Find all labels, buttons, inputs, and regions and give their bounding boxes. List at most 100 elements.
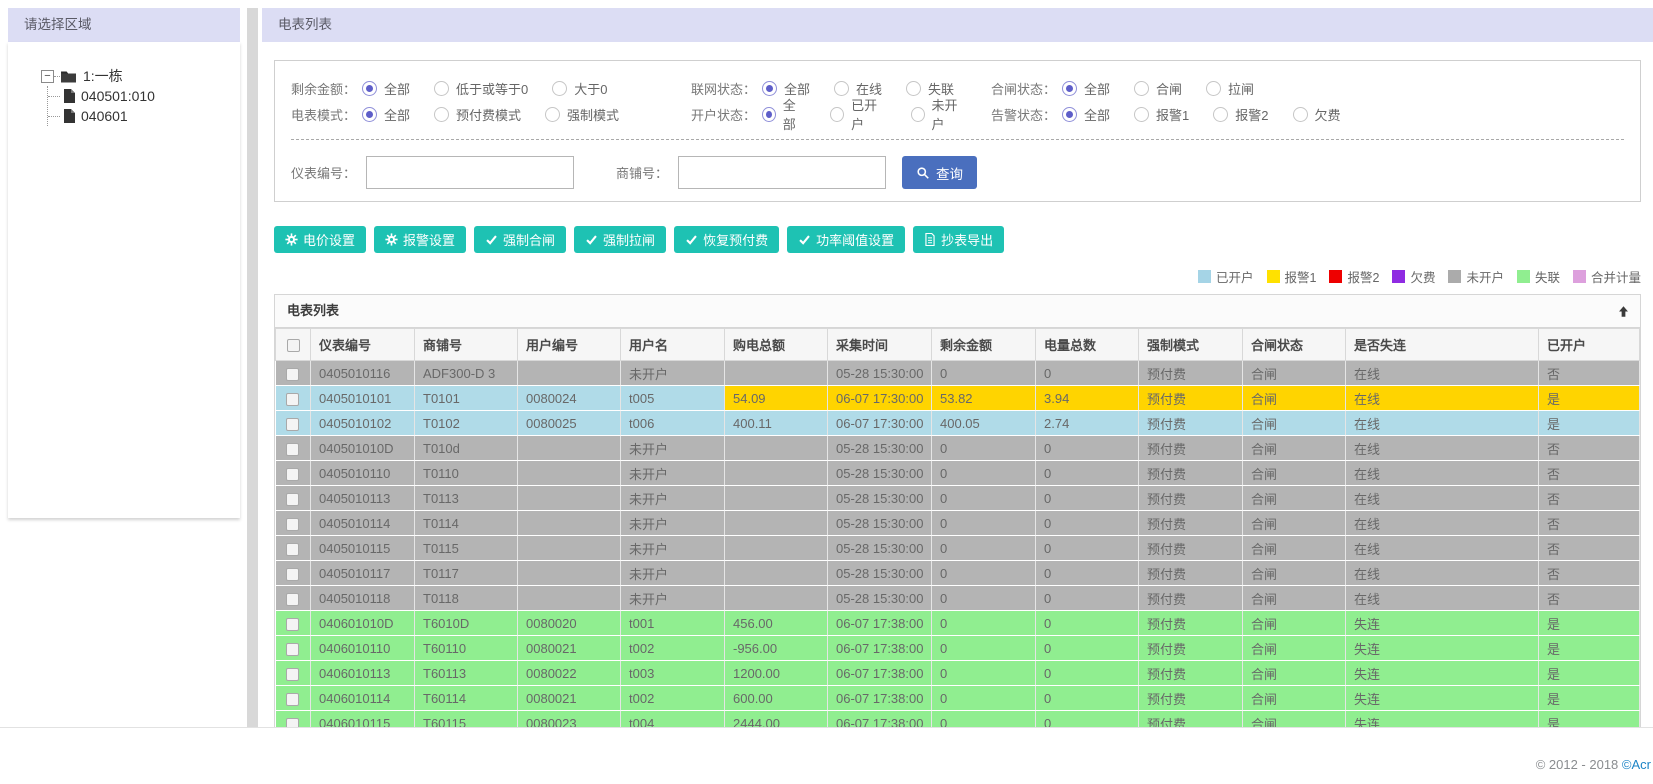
table-cell: t001 [620, 610, 725, 636]
action-button-check[interactable]: 恢复预付费 [674, 226, 780, 253]
table-cell: 0406010114 [310, 685, 415, 711]
radio-icon[interactable] [1292, 106, 1308, 122]
radio-option[interactable]: 预付费模式 [434, 105, 521, 124]
table-cell: 53.82 [931, 385, 1036, 411]
radio-option[interactable]: 低于或等于0 [434, 79, 528, 98]
table-row[interactable]: 040501010D T010d 未开户 05-28 15:30:00 0 0 预付费 合闸在… [275, 435, 1640, 461]
radio-option[interactable]: 大于0 [552, 79, 608, 98]
row-checkbox[interactable] [286, 467, 300, 481]
radio-option[interactable]: 报警2 [1213, 105, 1269, 124]
table-row[interactable]: 0405010115 T0115 未开户 05-28 15:30:00 0 0 预付费 合闸在… [275, 535, 1640, 561]
table-row[interactable]: 0406010110 T60110 0080021 t002 -956.00 06-07 … [275, 635, 1640, 661]
radio-option[interactable]: 拉闸 [1206, 79, 1254, 98]
radio-icon[interactable] [830, 106, 845, 122]
row-checkbox[interactable] [286, 567, 300, 581]
radio-option[interactable]: 强制模式 [545, 105, 619, 124]
tree-node[interactable]: 040501:010 [48, 86, 240, 106]
radio-option[interactable]: 全部 [762, 95, 806, 133]
radio-option-label: 低于或等于0 [456, 81, 529, 97]
row-checkbox[interactable] [286, 667, 300, 681]
action-button-gear[interactable]: 电价设置 [274, 226, 367, 253]
radio-icon[interactable] [434, 106, 450, 122]
radio-icon[interactable] [1213, 106, 1229, 122]
action-button-check[interactable]: 强制拉闸 [574, 226, 667, 253]
table-row[interactable]: 0406010114 T60114 0080021 t002 600.00 06-07 1… [275, 685, 1640, 711]
radio-icon[interactable] [762, 80, 778, 96]
radio-option[interactable]: 未开户 [910, 95, 967, 133]
radio-option[interactable]: 欠费 [1292, 105, 1341, 124]
radio-icon[interactable] [910, 106, 925, 122]
shop-no-input[interactable] [678, 156, 887, 189]
select-all-checkbox[interactable] [286, 339, 300, 353]
radio-icon[interactable] [362, 80, 378, 96]
table-row[interactable]: 040601010D T6010D 0080020 t001 456.00 06-07 1… [275, 610, 1640, 636]
row-checkbox[interactable] [286, 492, 300, 506]
radio-option[interactable]: 已开户 [830, 95, 886, 133]
radio-icon[interactable] [762, 106, 776, 122]
row-checkbox[interactable] [286, 392, 300, 406]
table-row[interactable]: 0405010116 ADF300-D 3 未开户 05-28 15:30:00 0 0 预… [275, 360, 1640, 386]
table-row[interactable]: 0405010101 T0101 0080024 t005 54.09 06-07 17:… [275, 385, 1640, 411]
table-row[interactable]: 0405010113 T0113 未开户 05-28 15:30:00 0 0 预付费 合闸在… [275, 485, 1640, 511]
radio-icon[interactable] [545, 106, 561, 122]
table-cell: 05-28 15:30:00 [827, 460, 932, 486]
row-checkbox[interactable] [286, 442, 300, 456]
table-cell: 合闸 [1242, 410, 1346, 436]
radio-icon[interactable] [434, 80, 450, 96]
radio-option[interactable]: 合闸 [1134, 79, 1182, 98]
row-checkbox[interactable] [286, 517, 300, 531]
row-checkbox[interactable] [286, 592, 300, 606]
radio-option[interactable]: 全部 [1062, 105, 1110, 124]
table-cell [724, 510, 828, 536]
radio-option[interactable]: 报警1 [1134, 105, 1189, 124]
radio-icon[interactable] [906, 80, 922, 96]
radio-icon[interactable] [552, 80, 568, 96]
table-cell: 06-07 17:30:00 [827, 385, 932, 411]
table-row[interactable]: 0405010114 T0114 未开户 05-28 15:30:00 0 0 预付费 合闸在… [275, 510, 1640, 536]
table-row[interactable]: 0406010113 T60113 0080022 t003 1200.00 06-07 … [275, 660, 1640, 686]
tree-node-root[interactable]: 1:一栋 [41, 66, 240, 86]
radio-icon[interactable] [362, 106, 378, 122]
panel-splitter[interactable] [247, 8, 258, 728]
action-button-label: 恢复预付费 [703, 233, 769, 248]
filter-group-label: 告警状态： [991, 107, 1057, 123]
meter-no-input[interactable] [366, 156, 575, 189]
radio-icon[interactable] [1134, 106, 1150, 122]
table-row[interactable]: 0405010102 T0102 0080025 t006 400.11 06-07 17… [275, 410, 1640, 436]
tree-node[interactable]: 040601 [48, 106, 240, 126]
radio-option[interactable]: 全部 [362, 79, 410, 98]
row-checkbox[interactable] [286, 617, 300, 631]
row-checkbox[interactable] [286, 542, 300, 556]
search-button[interactable]: 查询 [902, 156, 978, 189]
table-cell: 0080021 [517, 635, 621, 661]
tree-node-label[interactable]: 040601 [81, 108, 128, 124]
action-button-check[interactable]: 功率阈值设置 [787, 226, 906, 253]
table-row[interactable]: 0405010110 T0110 未开户 05-28 15:30:00 0 0 预付费 合闸在… [275, 460, 1640, 486]
row-checkbox[interactable] [286, 692, 300, 706]
tree-node-label[interactable]: 040501:010 [81, 88, 155, 104]
radio-option-label: 全部 [1084, 107, 1111, 123]
radio-option-label: 报警1 [1156, 107, 1190, 123]
radio-icon[interactable] [1062, 80, 1078, 96]
action-button-doc[interactable]: 抄表导出 [913, 226, 1005, 253]
filter-group-label: 电表模式： [291, 107, 357, 123]
tree-root-label[interactable]: 1:一栋 [83, 66, 123, 86]
tree-collapse-toggle-icon[interactable] [41, 69, 60, 83]
action-button-gear[interactable]: 报警设置 [374, 226, 467, 253]
radio-icon[interactable] [834, 80, 850, 96]
collapse-up-icon[interactable] [1617, 305, 1630, 318]
radio-option[interactable]: 全部 [362, 105, 410, 124]
row-checkbox[interactable] [286, 367, 300, 381]
radio-option[interactable]: 全部 [1062, 79, 1110, 98]
copyright-link[interactable]: ©Acr [1622, 757, 1651, 772]
row-checkbox[interactable] [286, 642, 300, 656]
table-row[interactable]: 0405010117 T0117 未开户 05-28 15:30:00 0 0 预付费 合闸在… [275, 560, 1640, 586]
radio-icon[interactable] [1062, 106, 1078, 122]
table-row[interactable]: 0405010118 T0118 未开户 05-28 15:30:00 0 0 预付费 合闸在… [275, 585, 1640, 611]
table-row[interactable]: 0406010115 T60115 0080023 t004 2444.00 06-07 … [275, 710, 1640, 728]
action-button-check[interactable]: 强制合闸 [474, 226, 567, 253]
radio-icon[interactable] [1134, 80, 1150, 96]
row-checkbox[interactable] [286, 417, 300, 431]
radio-option-label: 未开户 [931, 98, 958, 132]
radio-icon[interactable] [1206, 80, 1222, 96]
